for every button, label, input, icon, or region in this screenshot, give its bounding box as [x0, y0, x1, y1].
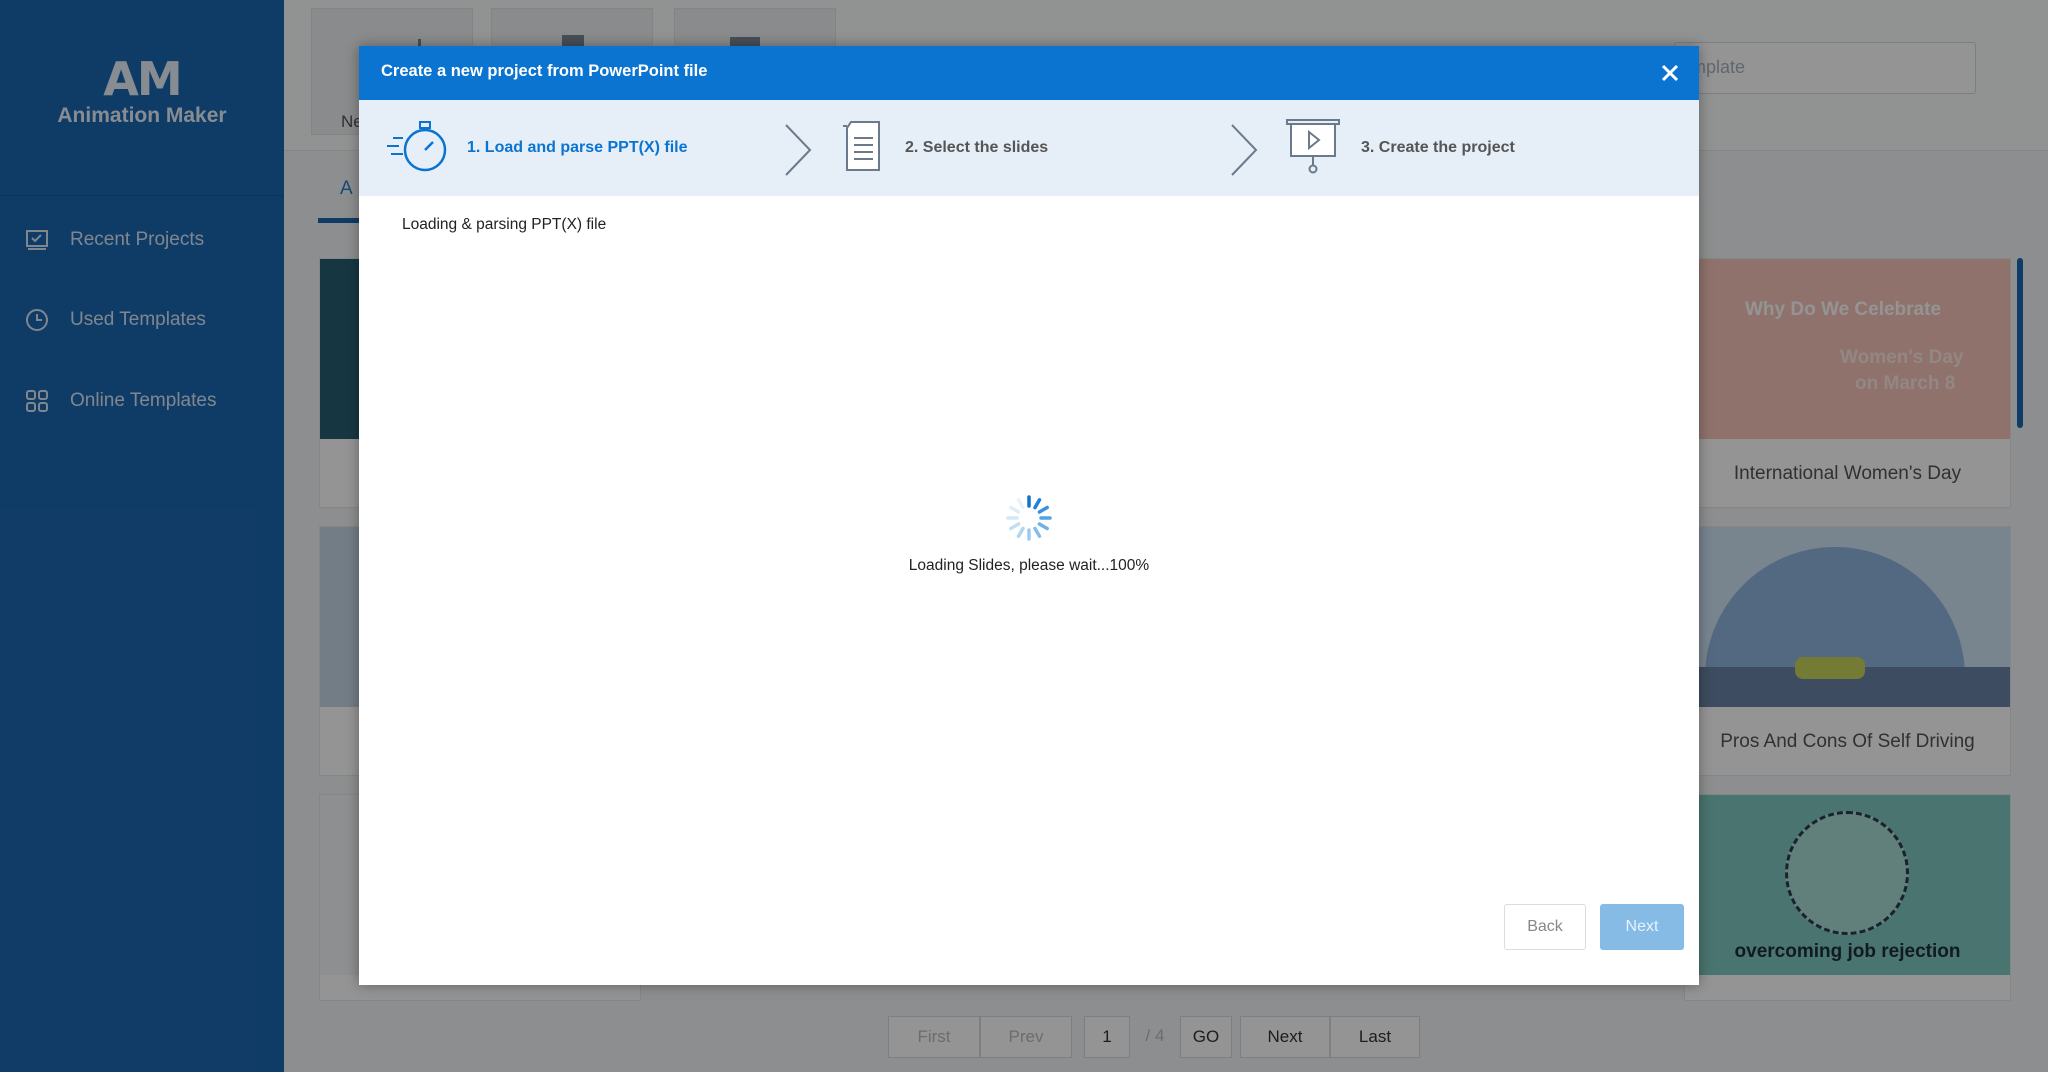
close-icon[interactable] [1655, 58, 1685, 88]
presentation-icon [1283, 116, 1343, 181]
step-load-parse: 1. Load and parse PPT(X) file [387, 100, 688, 196]
progress-text: Loading Slides, please wait...100% [908, 557, 1150, 574]
document-icon [841, 118, 887, 179]
step-select-slides: 2. Select the slides [841, 100, 1048, 196]
step-label: 1. Load and parse PPT(X) file [467, 139, 688, 156]
wizard-steps: 1. Load and parse PPT(X) file 2. Select … [359, 100, 1699, 196]
loading-spinner-icon [1006, 495, 1052, 541]
step-label: 3. Create the project [1361, 139, 1515, 156]
stopwatch-icon [387, 118, 449, 179]
step-create-project: 3. Create the project [1283, 100, 1515, 196]
next-button[interactable]: Next [1600, 904, 1684, 950]
back-button[interactable]: Back [1504, 904, 1586, 950]
step-label: 2. Select the slides [905, 139, 1049, 156]
dialog-header: Create a new project from PowerPoint fil… [359, 46, 1699, 100]
status-text: Loading & parsing PPT(X) file [402, 216, 607, 233]
chevron-right-icon [1231, 124, 1258, 176]
ppt-import-dialog: Create a new project from PowerPoint fil… [359, 46, 1699, 985]
chevron-right-icon [785, 124, 812, 176]
dialog-title: Create a new project from PowerPoint fil… [381, 62, 708, 80]
